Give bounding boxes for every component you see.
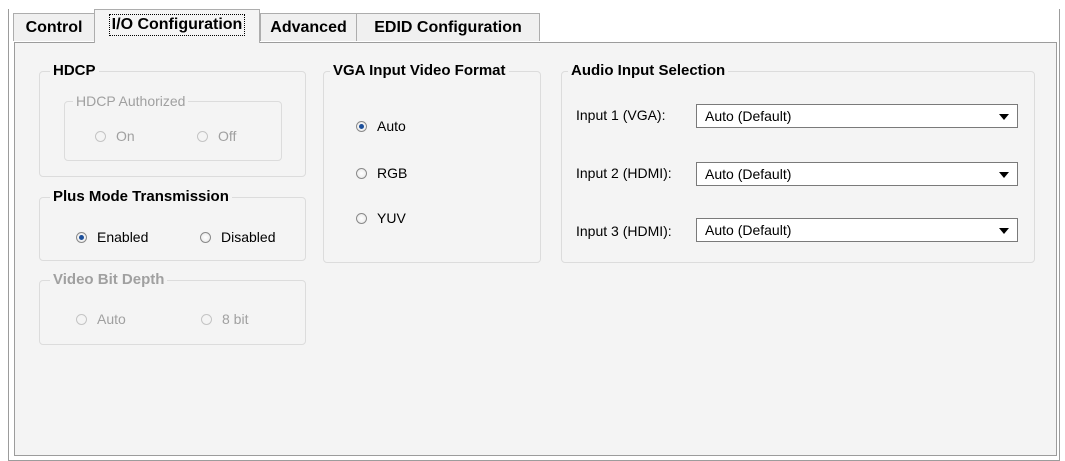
bit-depth-auto-label: Auto	[97, 311, 126, 327]
hdcp-group-title: HDCP	[50, 62, 99, 80]
bit-depth-auto-radio[interactable]: Auto	[76, 311, 126, 327]
input-1-label: Input 1 (VGA):	[576, 107, 666, 123]
vga-format-title: VGA Input Video Format	[330, 62, 509, 80]
plus-mode-title: Plus Mode Transmission	[50, 188, 232, 206]
radio-circle-icon	[95, 130, 106, 142]
vga-format-auto-radio[interactable]: Auto	[356, 118, 406, 134]
radio-circle-icon	[76, 313, 87, 325]
input-2-select-value: Auto (Default)	[705, 166, 792, 182]
hdcp-on-label: On	[116, 128, 135, 144]
radio-checked-icon	[356, 120, 367, 132]
input-3-select[interactable]: Auto (Default)	[696, 218, 1018, 242]
input-1-select-value: Auto (Default)	[705, 108, 792, 124]
video-bit-depth-title: Video Bit Depth	[50, 271, 168, 289]
input-2-label: Input 2 (HDMI):	[576, 165, 672, 181]
hdcp-authorized-group: HDCP Authorized On Off	[64, 92, 282, 161]
hdcp-on-radio[interactable]: On	[95, 128, 135, 144]
hdcp-off-radio[interactable]: Off	[197, 128, 236, 144]
radio-circle-icon	[197, 130, 208, 142]
input-3-select-value: Auto (Default)	[705, 222, 792, 238]
vga-format-yuv-label: YUV	[377, 210, 406, 226]
hdcp-group: HDCP HDCP Authorized On Off	[39, 62, 306, 177]
plus-mode-disabled-label: Disabled	[221, 229, 276, 245]
audio-input-title: Audio Input Selection	[568, 62, 729, 80]
input-3-label: Input 3 (HDMI):	[576, 223, 672, 239]
radio-circle-icon	[201, 313, 212, 325]
io-configuration-panel: HDCP HDCP Authorized On Off Plus Mode Tr…	[14, 42, 1057, 456]
plus-mode-enabled-label: Enabled	[97, 229, 149, 245]
plus-mode-enabled-radio[interactable]: Enabled	[76, 229, 148, 245]
vga-format-auto-label: Auto	[377, 118, 406, 134]
plus-mode-group: Plus Mode Transmission Enabled Disabled	[39, 188, 306, 261]
vga-format-rgb-label: RGB	[377, 165, 408, 181]
vga-format-yuv-radio[interactable]: YUV	[356, 210, 406, 226]
input-1-select[interactable]: Auto (Default)	[696, 104, 1018, 128]
radio-checked-icon	[76, 231, 87, 243]
tab-io-configuration[interactable]: I/O Configuration	[94, 9, 260, 43]
video-bit-depth-group: Video Bit Depth Auto 8 bit	[39, 271, 306, 345]
bit-depth-8bit-radio[interactable]: 8 bit	[201, 311, 248, 327]
hdcp-authorized-title: HDCP Authorized	[73, 92, 189, 110]
vga-format-group: VGA Input Video Format Auto RGB YUV	[323, 62, 541, 263]
radio-circle-icon	[356, 212, 367, 224]
tab-io-configuration-label: I/O Configuration	[108, 14, 246, 36]
radio-circle-icon	[200, 231, 211, 243]
dropdown-arrow-icon	[999, 114, 1009, 120]
plus-mode-disabled-radio[interactable]: Disabled	[200, 229, 275, 245]
radio-circle-icon	[356, 167, 367, 179]
dropdown-arrow-icon	[999, 228, 1009, 234]
hdcp-off-label: Off	[218, 128, 237, 144]
dropdown-arrow-icon	[999, 172, 1009, 178]
bit-depth-8bit-label: 8 bit	[222, 311, 249, 327]
vga-format-rgb-radio[interactable]: RGB	[356, 165, 407, 181]
input-2-select[interactable]: Auto (Default)	[696, 162, 1018, 186]
audio-input-group: Audio Input Selection Input 1 (VGA): Aut…	[561, 62, 1035, 263]
